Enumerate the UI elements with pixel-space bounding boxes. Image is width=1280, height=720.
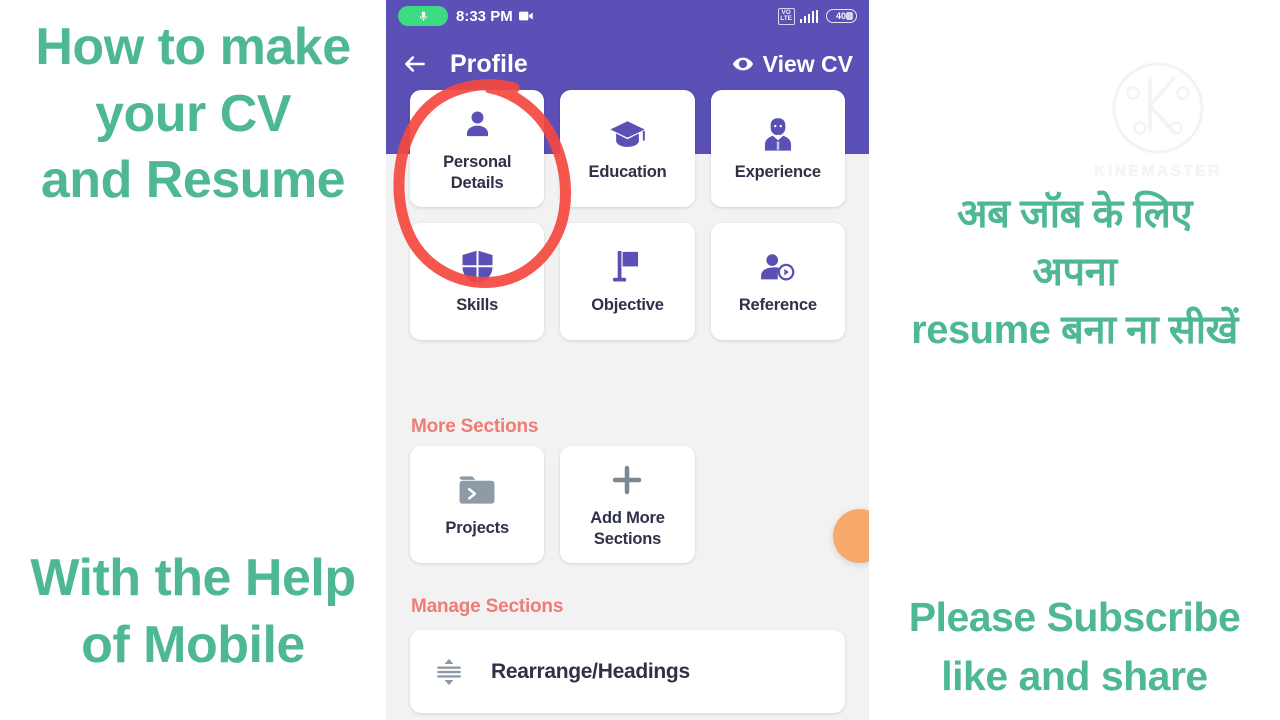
back-arrow-icon[interactable] — [402, 51, 428, 77]
battery-indicator: 40 — [826, 9, 857, 23]
status-bar-time: 8:33 PM — [456, 7, 513, 25]
section-card-label: Add More Sections — [590, 509, 665, 548]
shield-icon — [461, 247, 494, 287]
phone-screen: 8:33 PM VO LTE 40 Profile View CV Person… — [386, 0, 869, 720]
more-sections-grid: Projects Add More Sections — [410, 446, 845, 563]
caption-top-right: अब जॉब के लिए अपना resume बना ना सीखें — [911, 192, 1238, 352]
plus-icon — [609, 460, 645, 500]
flag-icon — [611, 247, 643, 287]
microphone-indicator — [398, 6, 448, 26]
manage-sections-heading: Manage Sections — [411, 596, 564, 617]
section-card-personal-details[interactable]: Personal Details — [410, 90, 545, 207]
section-card-label: Objective — [591, 296, 664, 315]
businessman-icon — [761, 114, 795, 154]
section-card-label: Projects — [445, 519, 509, 538]
section-card-skills[interactable]: Skills — [410, 223, 545, 340]
sort-reorder-icon — [434, 657, 464, 687]
profile-body: Personal Details Education Experience Sk… — [386, 90, 869, 720]
section-card-label: Education — [588, 163, 667, 182]
person-arrow-icon — [759, 247, 796, 287]
folder-icon — [458, 470, 496, 510]
caption-top-left: How to make your CV and Resume — [35, 18, 351, 210]
more-sections-heading: More Sections — [411, 416, 539, 437]
section-card-projects[interactable]: Projects — [410, 446, 545, 563]
section-card-label: Personal Details — [443, 153, 512, 192]
microphone-icon — [419, 11, 427, 21]
section-card-education[interactable]: Education — [560, 90, 695, 207]
video-camera-icon — [518, 10, 534, 22]
section-card-experience[interactable]: Experience — [710, 90, 845, 207]
view-cv-button[interactable]: View CV — [732, 51, 853, 78]
signal-bars-icon — [799, 9, 818, 23]
view-cv-label: View CV — [762, 50, 853, 77]
battery-level: 40 — [835, 11, 846, 21]
volte-icon: VO LTE — [777, 7, 795, 25]
section-card-label: Experience — [734, 163, 821, 182]
eye-icon — [732, 57, 753, 71]
graduation-cap-icon — [609, 114, 646, 154]
section-card-objective[interactable]: Objective — [560, 223, 695, 340]
rearrange-headings-button[interactable]: Rearrange/Headings — [410, 630, 845, 713]
rearrange-headings-label: Rearrange/Headings — [491, 659, 690, 683]
section-card-label: Skills — [456, 296, 499, 315]
caption-bottom-left: With the Help of Mobile — [30, 549, 356, 674]
watermark-label: KINEMASTER — [1094, 163, 1222, 180]
section-card-label: Reference — [738, 296, 817, 315]
caption-bottom-right: Please Subscribe like and share — [908, 594, 1241, 700]
status-bar: 8:33 PM VO LTE 40 — [386, 0, 869, 32]
sections-grid: Personal Details Education Experience Sk… — [410, 90, 845, 340]
person-icon — [460, 104, 495, 144]
kinemaster-watermark: KINEMASTER — [1092, 58, 1224, 181]
section-card-reference[interactable]: Reference — [710, 223, 845, 340]
page-title: Profile — [450, 49, 528, 78]
kinemaster-k-logo-icon — [1112, 62, 1204, 154]
section-card-add-more-sections[interactable]: Add More Sections — [560, 446, 695, 563]
